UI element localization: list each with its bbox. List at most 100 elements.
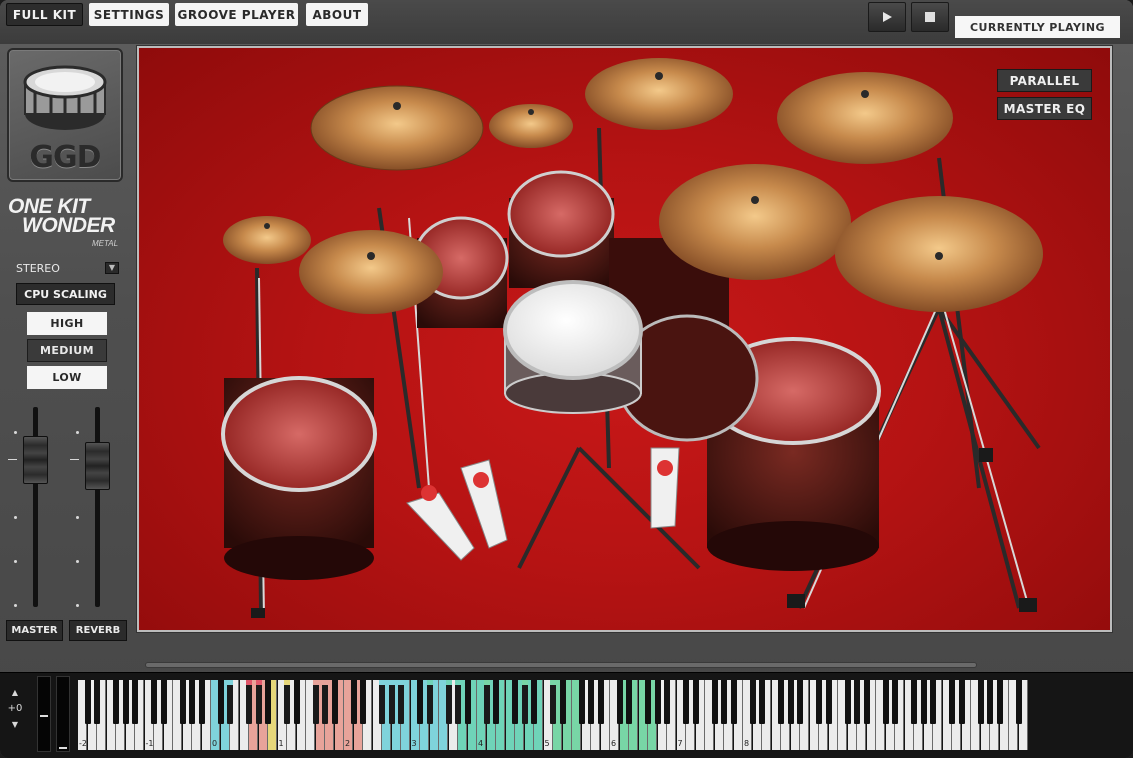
reverb-fader-track[interactable] — [95, 407, 100, 607]
black-key[interactable] — [293, 680, 300, 724]
piano-keyboard[interactable]: -2 -1 0 1 2 3 4 5 6 7 8 — [78, 680, 1034, 750]
black-key[interactable] — [151, 680, 157, 724]
fader-tick — [76, 604, 79, 607]
tab-groove-player[interactable]: GROOVE PLAYER — [175, 3, 298, 26]
black-key[interactable] — [911, 680, 917, 724]
black-key[interactable] — [987, 680, 993, 724]
master-eq-button[interactable]: MASTER EQ — [997, 97, 1092, 120]
octave-up-icon[interactable]: ▲ — [4, 688, 26, 697]
black-key[interactable] — [920, 680, 927, 724]
black-key[interactable] — [493, 680, 499, 724]
octave-down-icon[interactable]: ▼ — [4, 720, 26, 729]
cpu-medium-button[interactable]: MEDIUM — [27, 339, 107, 362]
black-key[interactable] — [521, 680, 528, 724]
black-key[interactable] — [388, 680, 395, 724]
black-key[interactable] — [550, 680, 556, 724]
horizontal-scrollbar[interactable] — [145, 662, 977, 668]
black-key[interactable] — [426, 680, 433, 724]
black-key[interactable] — [730, 680, 737, 724]
black-key[interactable] — [977, 680, 984, 724]
black-key[interactable] — [683, 680, 689, 724]
black-key[interactable] — [645, 680, 651, 724]
black-key[interactable] — [227, 680, 233, 724]
octave-label: 1 — [278, 739, 284, 748]
octave-label: 6 — [611, 739, 617, 748]
black-key[interactable] — [331, 680, 338, 724]
black-key[interactable] — [322, 680, 328, 724]
black-key[interactable] — [179, 680, 186, 724]
black-key[interactable] — [455, 680, 461, 724]
black-key[interactable] — [483, 680, 490, 724]
black-key[interactable] — [512, 680, 518, 724]
black-key[interactable] — [759, 680, 765, 724]
black-key[interactable] — [265, 680, 271, 724]
tab-about[interactable]: ABOUT — [306, 3, 368, 26]
black-key[interactable] — [284, 680, 290, 724]
fader-tick — [76, 516, 79, 519]
black-key[interactable] — [255, 680, 262, 724]
parallel-button[interactable]: PARALLEL — [997, 69, 1092, 92]
black-key[interactable] — [863, 680, 870, 724]
black-key[interactable] — [825, 680, 832, 724]
black-key[interactable] — [312, 680, 319, 724]
octave-control[interactable]: ▲ +0 ▼ — [4, 680, 26, 750]
black-key[interactable] — [379, 680, 385, 724]
black-key[interactable] — [160, 680, 167, 724]
black-key[interactable] — [816, 680, 822, 724]
black-key[interactable] — [189, 680, 195, 724]
black-key[interactable] — [122, 680, 129, 724]
black-key[interactable] — [217, 680, 224, 724]
black-key[interactable] — [398, 680, 404, 724]
black-key[interactable] — [588, 680, 594, 724]
cpu-low-button[interactable]: LOW — [27, 366, 107, 389]
black-key[interactable] — [844, 680, 851, 724]
master-fader-handle[interactable] — [23, 436, 48, 484]
stereo-label: STEREO — [16, 262, 60, 275]
black-key[interactable] — [246, 680, 252, 724]
black-key[interactable] — [930, 680, 936, 724]
black-key[interactable] — [559, 680, 566, 724]
black-key[interactable] — [616, 680, 623, 724]
black-key[interactable] — [664, 680, 670, 724]
black-key[interactable] — [749, 680, 756, 724]
black-key[interactable] — [626, 680, 632, 724]
black-key[interactable] — [892, 680, 898, 724]
black-key[interactable] — [445, 680, 452, 724]
black-key[interactable] — [132, 680, 138, 724]
tab-settings[interactable]: SETTINGS — [89, 3, 169, 26]
black-key[interactable] — [360, 680, 366, 724]
black-key[interactable] — [531, 680, 537, 724]
tab-full-kit[interactable]: FULL KIT — [6, 3, 83, 26]
black-key[interactable] — [854, 680, 860, 724]
black-key[interactable] — [113, 680, 119, 724]
black-key[interactable] — [654, 680, 661, 724]
black-key[interactable] — [84, 680, 91, 724]
black-key[interactable] — [417, 680, 423, 724]
black-key[interactable] — [996, 680, 1003, 724]
currently-playing-display: CURRENTLY PLAYING — [955, 16, 1120, 38]
black-key[interactable] — [787, 680, 794, 724]
black-key[interactable] — [721, 680, 727, 724]
black-key[interactable] — [198, 680, 205, 724]
stereo-toggle-icon[interactable]: ▼ — [105, 262, 119, 274]
black-key[interactable] — [578, 680, 585, 724]
black-key[interactable] — [949, 680, 955, 724]
cpu-high-button[interactable]: HIGH — [27, 312, 107, 335]
pitch-wheel[interactable] — [37, 676, 51, 752]
black-key[interactable] — [778, 680, 784, 724]
mod-wheel[interactable] — [56, 676, 70, 752]
black-key[interactable] — [464, 680, 471, 724]
stop-button[interactable] — [911, 2, 949, 32]
black-key[interactable] — [94, 680, 100, 724]
black-key[interactable] — [711, 680, 718, 724]
black-key[interactable] — [692, 680, 699, 724]
black-key[interactable] — [597, 680, 604, 724]
black-key[interactable] — [958, 680, 965, 724]
reverb-fader-handle[interactable] — [85, 442, 110, 490]
black-key[interactable] — [797, 680, 803, 724]
black-key[interactable] — [350, 680, 357, 724]
black-key[interactable] — [1015, 680, 1022, 724]
black-key[interactable] — [882, 680, 889, 724]
play-button[interactable] — [868, 2, 906, 32]
fader-tick — [14, 516, 17, 519]
